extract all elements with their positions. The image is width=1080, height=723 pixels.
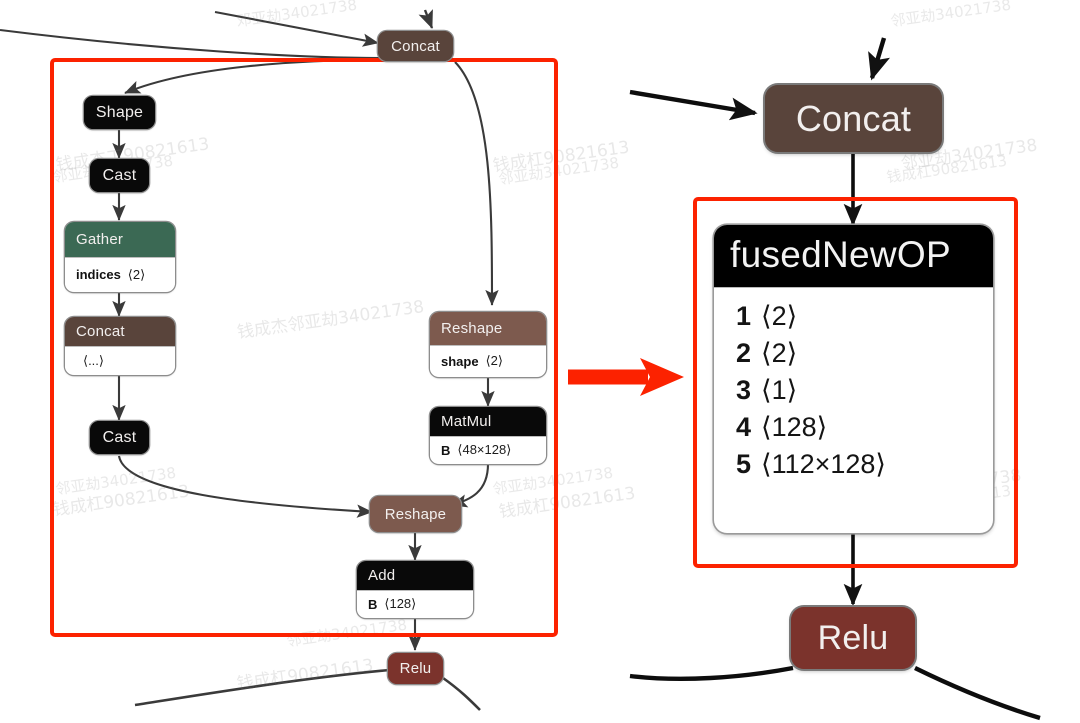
node-label: Cast <box>90 421 149 454</box>
node-attribute: indices ⟨2⟩ <box>65 257 175 291</box>
node-attribute: B ⟨128⟩ <box>357 590 473 617</box>
attr-value: ⟨2⟩ <box>485 353 503 368</box>
node-matmul[interactable]: MatMul B ⟨48×128⟩ <box>430 407 546 464</box>
node-gather[interactable]: Gather indices ⟨2⟩ <box>65 222 175 292</box>
node-label: Reshape <box>430 312 546 345</box>
node-reshape-2[interactable]: Reshape <box>370 496 461 532</box>
diagram-canvas: 邓亚劫34021738钱成杰工90821613邻亚劫34021738钱成杠908… <box>0 0 1080 723</box>
row-index: 4 <box>736 412 752 442</box>
node-cast-2[interactable]: Cast <box>90 421 149 454</box>
fused-node-row: 3 ⟨1⟩ <box>714 372 993 409</box>
attr-value: ⟨2⟩ <box>127 266 146 282</box>
attr-value: ⟨...⟩ <box>83 352 104 368</box>
node-label: Shape <box>84 96 155 129</box>
node-reshape-1[interactable]: Reshape shape ⟨2⟩ <box>430 312 546 377</box>
fused-node-row: 1 ⟨2⟩ <box>714 298 993 335</box>
node-cast-1[interactable]: Cast <box>90 159 149 192</box>
row-value: ⟨128⟩ <box>761 412 828 442</box>
fused-node-row: 4 ⟨128⟩ <box>714 409 993 446</box>
node-label: Relu <box>791 607 915 669</box>
node-label: Concat <box>65 317 175 346</box>
node-relu-right[interactable]: Relu <box>791 607 915 669</box>
attr-key: indices <box>76 267 121 282</box>
row-index: 2 <box>736 338 752 368</box>
node-attribute: B ⟨48×128⟩ <box>430 436 546 463</box>
row-index: 1 <box>736 301 752 331</box>
node-label: Gather <box>65 222 175 257</box>
attr-key: shape <box>441 353 479 369</box>
attr-value: ⟨48×128⟩ <box>457 442 512 457</box>
node-label: MatMul <box>430 407 546 436</box>
row-value: ⟨2⟩ <box>761 301 798 331</box>
node-attribute: shape ⟨2⟩ <box>430 345 546 376</box>
row-value: ⟨1⟩ <box>761 375 798 405</box>
node-concat-right[interactable]: Concat <box>765 85 942 152</box>
node-attribute: ⟨...⟩ <box>65 346 175 374</box>
fused-node-row-list: 1 ⟨2⟩ 2 ⟨2⟩ 3 ⟨1⟩ 4 ⟨128⟩ 5 ⟨112×128⟩ <box>714 287 993 497</box>
node-shape[interactable]: Shape <box>84 96 155 129</box>
attr-key: B <box>368 596 378 612</box>
node-label: Concat <box>765 85 942 152</box>
node-label: Add <box>357 561 473 590</box>
node-relu-left[interactable]: Relu <box>388 653 443 684</box>
row-value: ⟨2⟩ <box>761 338 798 368</box>
attr-value: ⟨128⟩ <box>384 596 417 611</box>
fusion-arrow <box>568 358 684 396</box>
node-label: Reshape <box>370 496 461 532</box>
node-fused-newop[interactable]: fusedNewOP 1 ⟨2⟩ 2 ⟨2⟩ 3 ⟨1⟩ 4 ⟨128⟩ 5 ⟨… <box>714 225 993 533</box>
fused-node-title: fusedNewOP <box>714 225 993 287</box>
row-value: ⟨112×128⟩ <box>761 449 886 479</box>
node-label: Concat <box>378 31 453 61</box>
row-index: 5 <box>736 449 752 479</box>
row-index: 3 <box>736 375 752 405</box>
node-label: Cast <box>90 159 149 192</box>
node-label: Relu <box>388 653 443 684</box>
node-concat-2[interactable]: Concat ⟨...⟩ <box>65 317 175 375</box>
fused-node-row: 5 ⟨112×128⟩ <box>714 446 993 483</box>
fused-node-row: 2 ⟨2⟩ <box>714 335 993 372</box>
attr-key: B <box>441 442 451 458</box>
node-add[interactable]: Add B ⟨128⟩ <box>357 561 473 618</box>
node-concat-top[interactable]: Concat <box>378 31 453 61</box>
